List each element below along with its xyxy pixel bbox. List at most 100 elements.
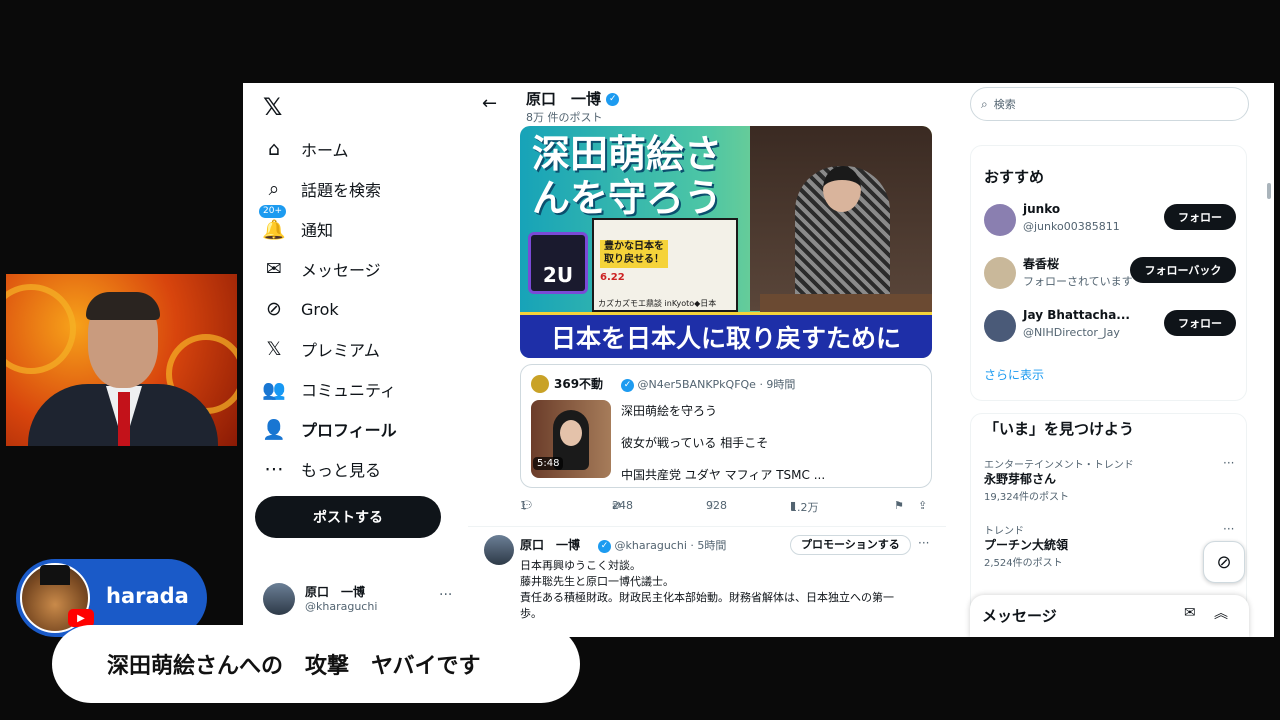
post-text-line: 責任ある積極財政。財政民主化本部始動。財務省解体は、日本独立への第一 bbox=[520, 591, 894, 604]
community-icon: 👥 bbox=[262, 378, 286, 401]
post-author-name[interactable]: 原口 一博 bbox=[520, 536, 580, 553]
nav-item[interactable]: 👥 コミュニティ bbox=[261, 371, 396, 407]
trend-name[interactable]: プーチン大統領 bbox=[984, 536, 1068, 553]
avatar[interactable] bbox=[484, 535, 514, 565]
post-author-handle: ✓ @kharaguchi · 5時間 bbox=[598, 537, 726, 553]
trend-name[interactable]: 永野芽郁さん bbox=[984, 470, 1056, 487]
post-text-line: 日本再興ゆうこく対談。 bbox=[520, 559, 641, 572]
grok-icon: ⊘ bbox=[266, 298, 282, 320]
speaker-hair bbox=[86, 292, 160, 320]
nav-item-label: もっと見る bbox=[301, 461, 382, 480]
quoted-author-name: 369不動 bbox=[554, 377, 604, 391]
person-icon: 👤 bbox=[262, 418, 286, 441]
home-icon: ⌂ bbox=[267, 138, 281, 160]
back-arrow-icon[interactable]: ← bbox=[482, 93, 497, 114]
quoted-author-handle: ✓ @N4er5BANKPkQFQe · 9時間 bbox=[621, 376, 795, 392]
avatar[interactable] bbox=[984, 204, 1016, 236]
share-icon[interactable]: ⇪ bbox=[918, 499, 927, 512]
avatar bbox=[531, 375, 549, 393]
promote-button[interactable]: プロモーションする bbox=[790, 535, 911, 555]
media-banner: 日本を日本人に取り戻すために bbox=[520, 312, 932, 358]
nav-item-label: ホーム bbox=[301, 141, 349, 160]
post-actions: 💬︎ 1 ⇄ 248 ♡ 928 ▮ 1.2万 ⚑ ⇪ bbox=[520, 499, 928, 514]
media-headline: 深田萌絵さ んを守ろう bbox=[532, 132, 723, 220]
post-text-line: 歩。 bbox=[520, 607, 542, 620]
right-sidebar: ⌕ 検索 おすすめ junko @junko00385811 フォロー 春香桜 フォロー… bbox=[970, 83, 1274, 637]
dragon-swirl bbox=[6, 284, 76, 374]
nav-item-label: 通知 bbox=[301, 221, 334, 240]
hat-icon bbox=[40, 565, 70, 585]
more-icon[interactable]: ··· bbox=[439, 587, 452, 603]
verified-badge-icon: ✓ bbox=[606, 93, 620, 106]
suggestion-name[interactable]: Jay Bhattacha... bbox=[1023, 308, 1130, 322]
timeline: ← 原口 一博 ✓ 8万 件のポスト 深田萌絵さ んを守ろう 2U 豊かな日本を… bbox=[468, 83, 946, 637]
left-nav: 𝕏 ⌂ ホーム ⌕ 話題を検索 🔔 20+ 通知 ✉ メッセージ ⊘ Grok 𝕏 プレミアム 👥 コミュニ… bbox=[243, 83, 468, 637]
search-input[interactable]: ⌕ 検索 bbox=[970, 87, 1249, 121]
nav-item-label: Grok bbox=[301, 299, 339, 319]
speaker-name: harada bbox=[106, 584, 189, 608]
show-more-link[interactable]: さらに表示 bbox=[984, 366, 1044, 383]
video-duration: 5:48 bbox=[533, 457, 564, 470]
post-button[interactable]: ポストする bbox=[255, 496, 441, 538]
suggestions-title: おすすめ bbox=[984, 168, 1045, 186]
quoted-post[interactable]: 369不動 ✓ @N4er5BANKPkQFQe · 9時間 5:48 深田萌絵… bbox=[520, 364, 932, 488]
account-switcher[interactable]: 原口 一博 @kharaguchi ··· bbox=[263, 579, 463, 619]
nav-item[interactable]: ⌂ ホーム bbox=[261, 131, 349, 167]
flyer-date: 6.22 bbox=[600, 272, 625, 283]
suggestion-handle: @NIHDirector_Jay bbox=[1023, 326, 1120, 339]
search-icon: ⌕ bbox=[268, 178, 280, 200]
follow-button[interactable]: フォロー bbox=[1164, 310, 1236, 336]
page-title: 原口 一博 ✓ bbox=[526, 88, 620, 109]
event-flyer: 豊かな日本を 取り戻せる！ 6.22 カズカズモエ鼎談 inKyoto◆日本 bbox=[592, 218, 738, 312]
chevron-up-icon[interactable]: ︽ bbox=[1214, 603, 1228, 623]
follow-button[interactable]: フォローバック bbox=[1130, 257, 1236, 283]
mail-icon: ✉ bbox=[266, 258, 282, 280]
verified-badge-icon: ✓ bbox=[598, 539, 611, 553]
post-text-line: 藤井聡先生と原口一博代議士。 bbox=[520, 575, 674, 588]
caption-bar: 深田萌絵さんへの 攻撃 ヤバイです bbox=[52, 625, 580, 703]
thumb-face bbox=[560, 420, 582, 446]
avatar[interactable] bbox=[984, 310, 1016, 342]
trend-count: 2,524件のポスト bbox=[984, 558, 1063, 569]
divider bbox=[468, 526, 946, 527]
more-icon[interactable]: ··· bbox=[1223, 522, 1234, 536]
nav-item[interactable]: ⌕ 話題を検索 bbox=[261, 171, 381, 207]
nav-item[interactable]: ⊘ Grok bbox=[261, 291, 339, 327]
verified-badge-icon: ✓ bbox=[621, 378, 634, 392]
search-icon: ⌕ bbox=[981, 96, 988, 111]
nav-item[interactable]: 𝕏 プレミアム bbox=[261, 331, 380, 367]
trends-title: 「いま」を見つけよう bbox=[984, 420, 1135, 438]
flyer-headline: 豊かな日本を 取り戻せる！ bbox=[600, 240, 668, 268]
speaker-head bbox=[823, 166, 861, 212]
podium bbox=[760, 294, 932, 312]
speaker-tie bbox=[118, 392, 130, 446]
scrollbar[interactable] bbox=[1267, 183, 1271, 199]
nav-item[interactable]: ⋯ もっと見る bbox=[261, 451, 382, 487]
nav-item-label: 話題を検索 bbox=[301, 181, 382, 200]
x-logo-icon[interactable]: 𝕏 bbox=[263, 93, 282, 121]
more-circle-icon: ⋯ bbox=[264, 458, 284, 480]
avatar[interactable] bbox=[984, 257, 1016, 289]
bookmark-icon[interactable]: ⚑ bbox=[894, 499, 904, 512]
messages-dock[interactable]: メッセージ ✉ ︽ bbox=[970, 595, 1249, 637]
more-icon[interactable]: ··· bbox=[1223, 456, 1234, 470]
grok-icon[interactable]: ⊘ bbox=[1203, 541, 1245, 583]
quoted-text-line: 彼女が戦っている 相手こそ bbox=[621, 436, 769, 450]
nav-item[interactable]: 🔔 20+ 通知 bbox=[259, 205, 334, 247]
nav-item[interactable]: ✉ メッセージ bbox=[261, 251, 381, 287]
nav-item[interactable]: 👤 プロフィール bbox=[261, 411, 397, 447]
trend-category: トレンド bbox=[984, 526, 1024, 537]
quoted-text-line: 深田萌絵を守ろう bbox=[621, 404, 718, 418]
post-media-image[interactable]: 深田萌絵さ んを守ろう 2U 豊かな日本を 取り戻せる！ 6.22 カズカズモエ… bbox=[520, 126, 932, 358]
trend-count: 19,324件のポスト bbox=[984, 492, 1069, 503]
2u-logo: 2U bbox=[528, 232, 588, 294]
messages-dock-title: メッセージ bbox=[982, 607, 1057, 625]
suggestion-handle: フォローされています bbox=[1023, 275, 1133, 288]
bell-icon: 🔔 bbox=[262, 218, 286, 241]
suggestion-name[interactable]: junko bbox=[1023, 202, 1060, 216]
new-message-icon[interactable]: ✉ bbox=[1184, 605, 1196, 621]
suggestion-name[interactable]: 春香桜 bbox=[1023, 255, 1059, 272]
follow-button[interactable]: フォロー bbox=[1164, 204, 1236, 230]
more-icon[interactable]: ··· bbox=[918, 536, 929, 550]
flyer-subtitle: カズカズモエ鼎談 inKyoto◆日本 bbox=[598, 299, 717, 308]
